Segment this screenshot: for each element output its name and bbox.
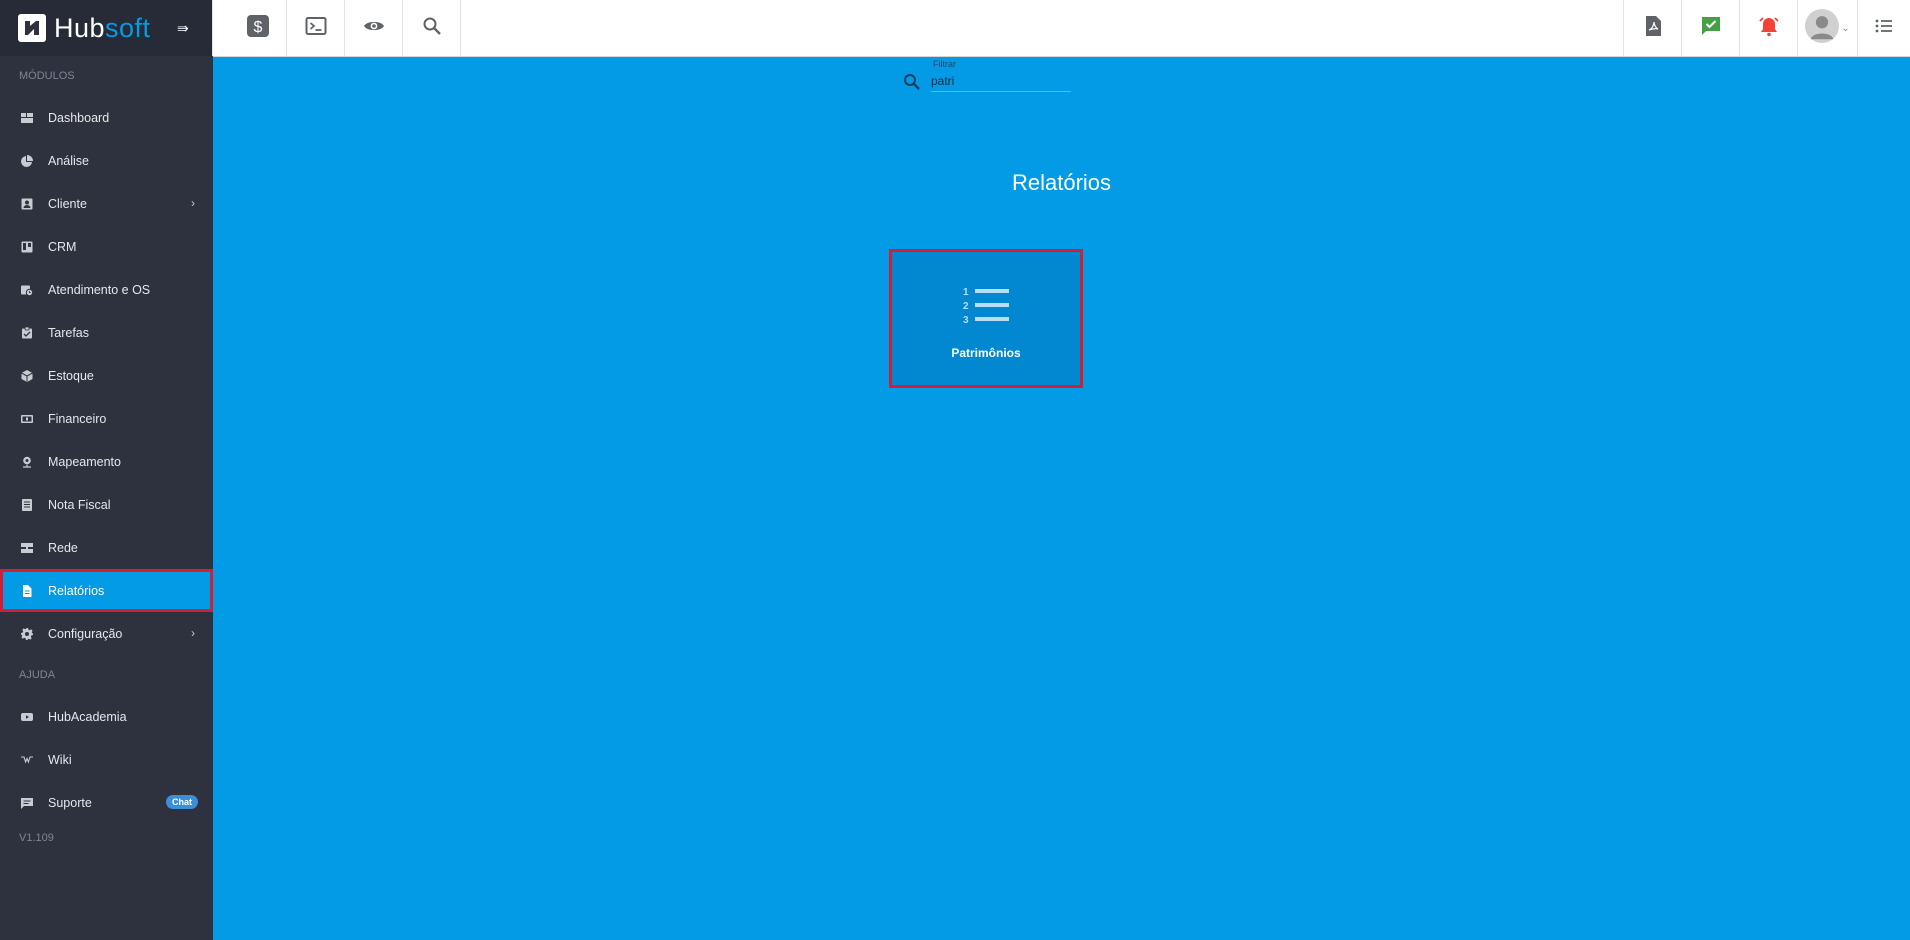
contact-icon (20, 197, 34, 211)
sidebar-item-atendimento[interactable]: Atendimento e OS (0, 268, 213, 311)
sidebar-item-cliente[interactable]: Cliente › (0, 182, 213, 225)
sidebar-item-label: Estoque (48, 368, 94, 383)
sidebar-item-label: Cliente (48, 196, 87, 211)
chevron-right-icon: › (191, 196, 195, 210)
alarm-icon (1758, 15, 1780, 42)
svg-text:2: 2 (963, 301, 969, 312)
section-label-modules: MÓDULOS (19, 70, 75, 82)
sidebar-item-relatorios[interactable]: Relatórios (0, 569, 213, 612)
dashboard-icon (20, 111, 34, 125)
sidebar-item-nota-fiscal[interactable]: Nota Fiscal (0, 483, 213, 526)
filter-label: Filtrar (933, 59, 956, 69)
user-menu-button[interactable]: ⌄ (1797, 0, 1857, 56)
pdf-button[interactable] (1623, 0, 1681, 56)
clipboard-icon (20, 326, 34, 340)
brand-name: Hubsoft (54, 12, 151, 43)
cube-icon (20, 369, 34, 383)
document-lines-icon (20, 498, 34, 512)
search-icon (904, 73, 920, 90)
page-title: Relatórios (1011, 170, 1112, 195)
terminal-button[interactable] (287, 0, 345, 56)
pie-chart-icon (20, 154, 34, 168)
report-card-label: Patrimônios (951, 346, 1021, 360)
topbar-divider (212, 0, 213, 56)
file-icon (20, 584, 34, 598)
chevron-right-icon: › (191, 626, 195, 640)
filter-row (903, 71, 1073, 92)
sidebar-item-label: Configuração (48, 626, 123, 641)
gear-icon (20, 627, 34, 641)
sidebar-item-tarefas[interactable]: Tarefas (0, 311, 213, 354)
sidebar-item-label: Suporte (48, 795, 92, 810)
filter-input[interactable] (931, 71, 1071, 92)
wikipedia-icon (20, 753, 34, 767)
sidebar-item-mapeamento[interactable]: Mapeamento (0, 440, 213, 483)
report-card-patrimonios[interactable]: 1 2 3 Patrimônios (889, 249, 1083, 388)
sidebar-item-label: CRM (48, 239, 77, 254)
sidebar-item-hubacademia[interactable]: HubAcademia (0, 695, 213, 738)
brand-logo[interactable]: Hubsoft ⇛ (0, 0, 213, 56)
calendar-clock-icon (20, 283, 34, 297)
sidebar-item-wiki[interactable]: Wiki (0, 738, 213, 781)
sidebar-item-crm[interactable]: CRM (0, 225, 213, 268)
sidebar-item-estoque[interactable]: Estoque (0, 354, 213, 397)
search-button[interactable] (403, 0, 461, 56)
map-pin-icon (20, 455, 34, 469)
chevron-down-icon: ⌄ (1841, 22, 1850, 34)
sidebar-item-suporte[interactable]: Suporte Chat (0, 781, 213, 824)
sidebar-item-label: Tarefas (48, 325, 89, 340)
top-bar: $ ⌄ (212, 0, 1910, 57)
sidebar-item-label: Financeiro (48, 411, 107, 426)
sidebar-item-label: HubAcademia (48, 709, 127, 724)
eye-icon (363, 15, 385, 42)
sidebar: Hubsoft ⇛ MÓDULOS Dashboard Análise Clie… (0, 0, 213, 940)
sidebar-item-label: Análise (48, 153, 89, 168)
eye-button[interactable] (345, 0, 403, 56)
alarm-button[interactable] (1739, 0, 1797, 56)
svg-text:1: 1 (963, 287, 969, 298)
terminal-icon (305, 15, 327, 42)
sidebar-item-dashboard[interactable]: Dashboard (0, 96, 213, 139)
numbered-list-icon: 1 2 3 (963, 287, 1009, 326)
sidebar-item-label: Rede (48, 540, 78, 555)
sidebar-item-label: Relatórios (48, 583, 105, 598)
sidebar-item-financeiro[interactable]: Financeiro (0, 397, 213, 440)
app-version: V1.109 (19, 832, 54, 844)
sidebar-item-label: Wiki (48, 752, 72, 767)
sidebar-item-label: Dashboard (48, 110, 110, 125)
sidebar-item-label: Nota Fiscal (48, 497, 111, 512)
trello-icon (20, 240, 34, 254)
chat-icon (20, 796, 34, 810)
money-icon (20, 412, 34, 426)
filter-field: Filtrar (903, 59, 1073, 92)
dollar-icon: $ (246, 14, 269, 42)
youtube-icon (20, 710, 34, 724)
sidebar-toggle-icon[interactable]: ⇛ (177, 20, 189, 37)
list-icon (1873, 15, 1895, 42)
svg-text:$: $ (253, 19, 262, 36)
server-icon (20, 541, 34, 555)
avatar (1805, 8, 1840, 48)
message-check-button[interactable] (1681, 0, 1739, 56)
sidebar-item-label: Atendimento e OS (48, 282, 151, 297)
list-menu-button[interactable] (1857, 0, 1910, 56)
sidebar-item-label: Mapeamento (48, 454, 121, 469)
message-check-icon (1700, 15, 1722, 42)
pdf-icon (1642, 15, 1664, 42)
search-icon (421, 15, 443, 42)
chat-badge[interactable]: Chat (166, 795, 198, 809)
section-label-help: AJUDA (19, 669, 56, 681)
sidebar-item-configuracao[interactable]: Configuração › (0, 612, 213, 655)
sidebar-item-analise[interactable]: Análise (0, 139, 213, 182)
dollar-button[interactable]: $ (229, 0, 287, 56)
hubsoft-logo-icon (18, 14, 46, 42)
sidebar-item-rede[interactable]: Rede (0, 526, 213, 569)
svg-text:3: 3 (963, 315, 969, 326)
